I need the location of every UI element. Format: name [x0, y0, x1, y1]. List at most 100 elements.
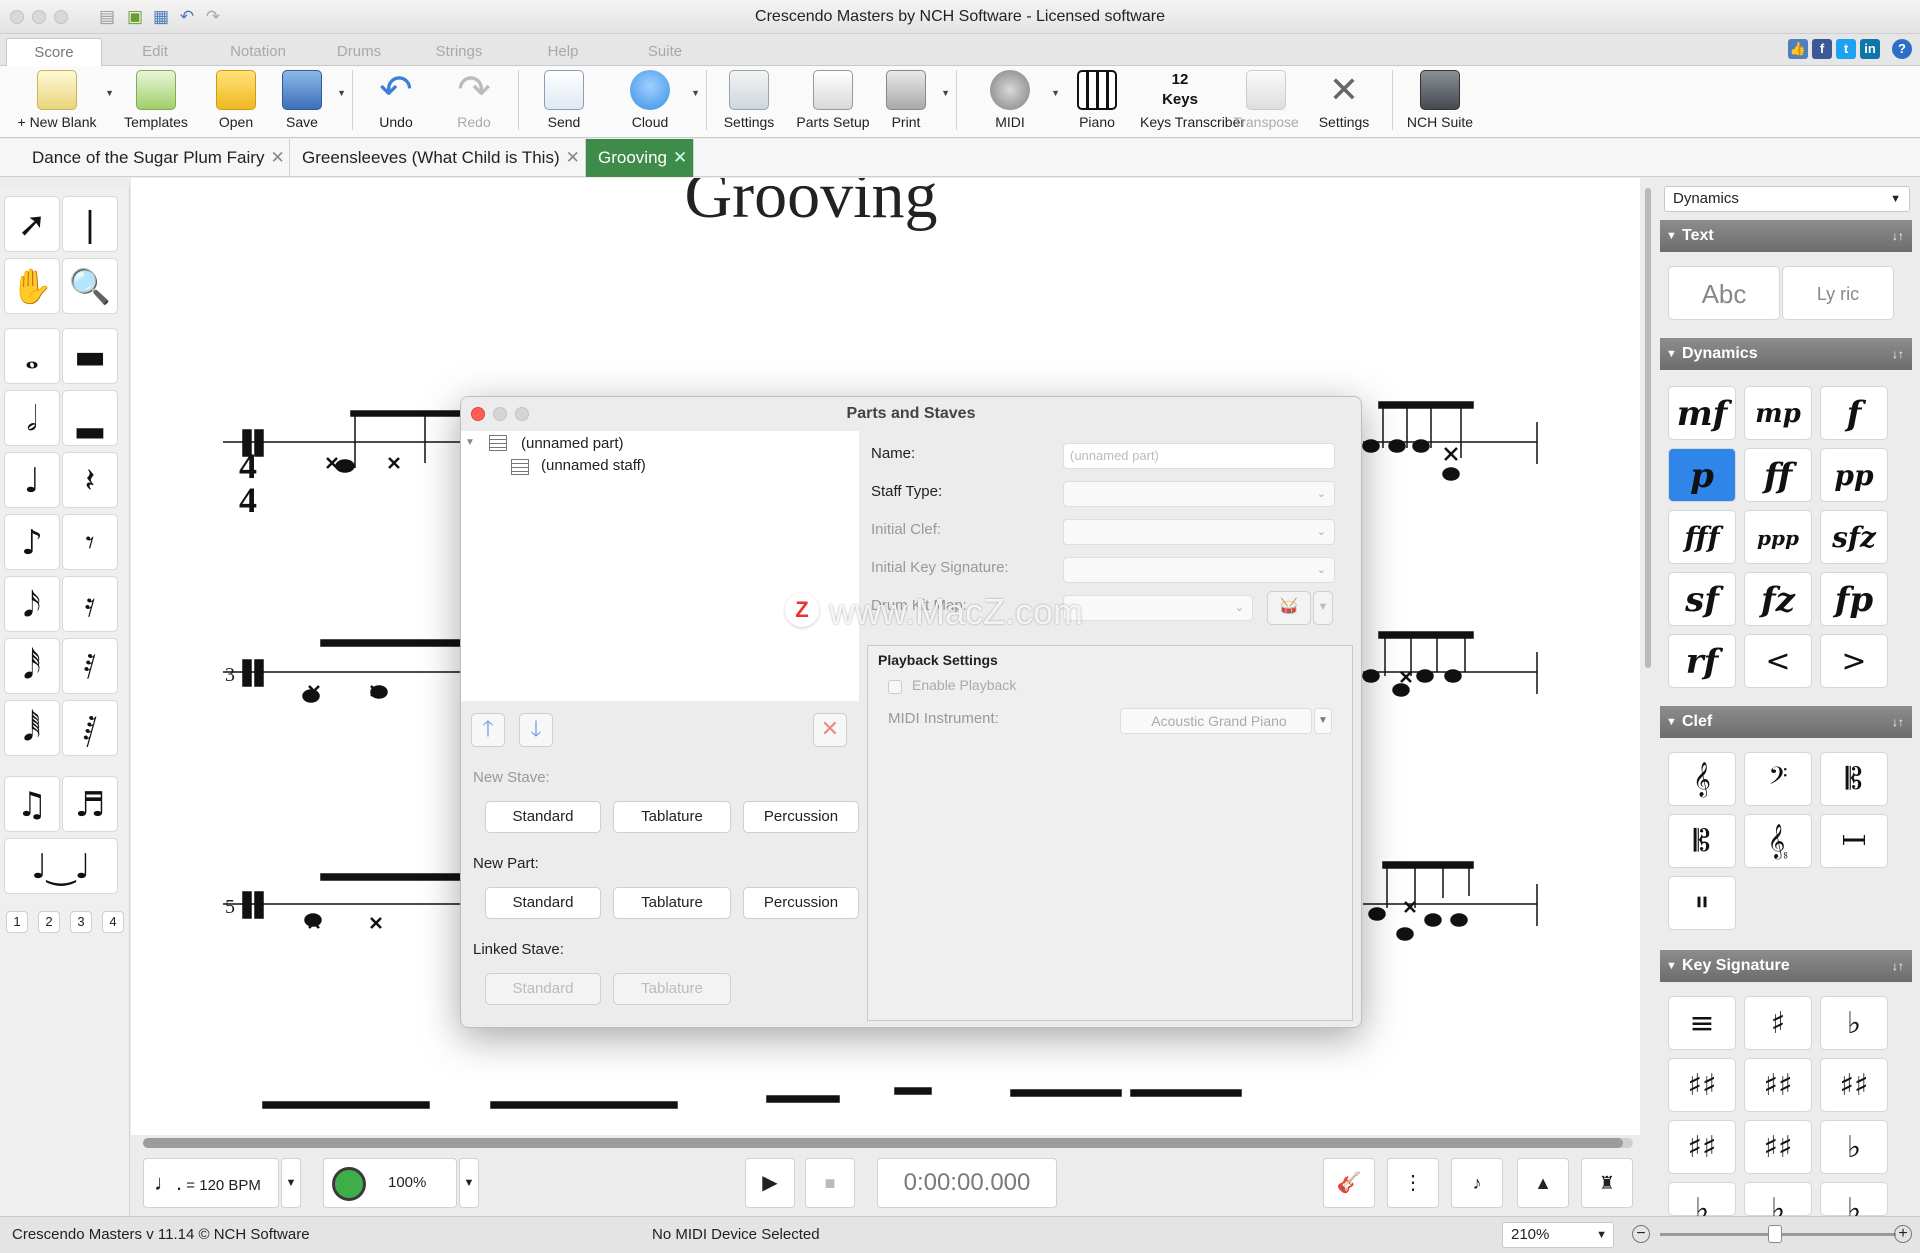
section-header-text[interactable]: ▼ Text ↓↑: [1660, 220, 1912, 252]
section-header-key-signature[interactable]: ▼ Key Signature ↓↑: [1660, 950, 1912, 982]
new-stave-tablature-button[interactable]: Tablature: [613, 801, 731, 833]
drum-kit-icon[interactable]: 🥁: [1267, 591, 1311, 625]
thirty-second-rest-icon[interactable]: 𝅀: [62, 638, 118, 694]
doc-tab[interactable]: Greensleeves (What Child is This) ✕: [290, 139, 586, 177]
new-part-standard-button[interactable]: Standard: [485, 887, 601, 919]
dynamic-sfz-button[interactable]: sfz: [1820, 510, 1888, 564]
delete-button[interactable]: ✕: [813, 713, 847, 747]
initial-key-select[interactable]: ⌄: [1063, 557, 1335, 583]
key-two-sharps-icon[interactable]: ♯♯: [1668, 1058, 1736, 1112]
key-three-sharps-icon[interactable]: ♯♯: [1744, 1058, 1812, 1112]
beamed-notes-icon[interactable]: ♬: [62, 776, 118, 832]
bass-clef-icon[interactable]: 𝄢: [1744, 752, 1812, 806]
transpose-button[interactable]: Transpose: [1230, 70, 1302, 136]
staff-type-select[interactable]: ⌄: [1063, 481, 1335, 507]
tab-edit[interactable]: Edit: [110, 38, 200, 66]
volume-control[interactable]: 100%: [323, 1158, 457, 1208]
tools-settings-button[interactable]: ✕ Settings: [1312, 70, 1376, 136]
templates-button[interactable]: Templates: [118, 70, 194, 136]
zoom-out-icon[interactable]: −: [1632, 1225, 1650, 1243]
parts-tree[interactable]: ▼ (unnamed part) (unnamed staff): [461, 431, 859, 701]
tenor-clef-icon[interactable]: 𝄡: [1668, 814, 1736, 868]
settings-button[interactable]: Settings: [718, 70, 780, 136]
dynamic-sf-button[interactable]: sf: [1668, 572, 1736, 626]
tempo-field[interactable]: ♩. = 120 BPM: [143, 1158, 279, 1208]
play-button[interactable]: ▶: [745, 1158, 795, 1208]
dialog-zoom-button[interactable]: [515, 407, 529, 421]
half-rest-icon[interactable]: ▂: [62, 390, 118, 446]
move-up-button[interactable]: 🡑: [471, 713, 505, 747]
key-two-flats-icon[interactable]: ♭: [1820, 1120, 1888, 1174]
dynamic-fff-button[interactable]: fff: [1668, 510, 1736, 564]
new-part-percussion-button[interactable]: Percussion: [743, 887, 859, 919]
key-flats-icon[interactable]: ♭: [1744, 1182, 1812, 1227]
close-tab-icon[interactable]: ✕: [673, 148, 687, 167]
lyric-tool-button[interactable]: Ly ric: [1782, 266, 1894, 320]
panel-category-select[interactable]: Dynamics ▼: [1664, 186, 1910, 212]
treble-8vb-clef-icon[interactable]: 𝄠: [1744, 814, 1812, 868]
barline-icon[interactable]: |: [62, 196, 118, 252]
close-tab-icon[interactable]: ✕: [566, 148, 580, 167]
redo-button[interactable]: ↷ Redo: [444, 70, 504, 136]
tab-drums[interactable]: Drums: [314, 38, 404, 66]
midi-instrument-dropdown[interactable]: ▼: [1314, 708, 1332, 734]
midi-button[interactable]: MIDI ▼: [974, 70, 1060, 136]
hand-pan-icon[interactable]: ✋: [4, 258, 60, 314]
print-button[interactable]: Print ▼: [876, 70, 950, 136]
whole-note-icon[interactable]: 𝅝: [4, 328, 60, 384]
undo-button[interactable]: ↶ Undo: [366, 70, 426, 136]
quarter-note-icon[interactable]: ♩: [4, 452, 60, 508]
volume-knob-icon[interactable]: [332, 1167, 366, 1201]
guitar-view-icon[interactable]: 🎸: [1323, 1158, 1375, 1208]
key-flats-icon[interactable]: ♭: [1668, 1182, 1736, 1227]
linked-stave-tablature-button[interactable]: Tablature: [613, 973, 731, 1005]
thumbs-up-icon[interactable]: 👍: [1788, 39, 1808, 59]
instrument-icon[interactable]: ♜: [1581, 1158, 1633, 1208]
nch-suite-button[interactable]: NCH Suite: [1402, 70, 1478, 136]
palette-page-3[interactable]: 3: [70, 911, 92, 933]
playback-sound-icon[interactable]: ♪: [1451, 1158, 1503, 1208]
close-tab-icon[interactable]: ✕: [270, 148, 284, 167]
doc-tab[interactable]: Dance of the Sugar Plum Fairy ✕: [20, 139, 290, 177]
stop-button[interactable]: ■: [805, 1158, 855, 1208]
new-stave-percussion-button[interactable]: Percussion: [743, 801, 859, 833]
key-four-sharps-icon[interactable]: ♯♯: [1820, 1058, 1888, 1112]
dynamic-pp-button[interactable]: pp: [1820, 448, 1888, 502]
doc-tab-active[interactable]: Grooving ✕: [586, 139, 694, 177]
dynamic-ppp-button[interactable]: ppp: [1744, 510, 1812, 564]
crescendo-hairpin-button[interactable]: <: [1744, 634, 1812, 688]
zoom-magnifier-icon[interactable]: 🔍: [62, 258, 118, 314]
tie-icon[interactable]: ♩‿♩: [4, 838, 118, 894]
treble-clef-icon[interactable]: 𝄞: [1668, 752, 1736, 806]
dynamic-fp-button[interactable]: fp: [1820, 572, 1888, 626]
sixty-fourth-rest-icon[interactable]: 𝅁: [62, 700, 118, 756]
tempo-dropdown[interactable]: ▼: [281, 1158, 301, 1208]
piano-button[interactable]: Piano: [1066, 70, 1128, 136]
dialog-minimize-button[interactable]: [493, 407, 507, 421]
score-scrollbar-right[interactable]: [1645, 188, 1651, 668]
section-header-clef[interactable]: ▼ Clef ↓↑: [1660, 706, 1912, 738]
palette-page-1[interactable]: 1: [6, 911, 28, 933]
drum-kit-select[interactable]: ⌄: [1063, 595, 1253, 621]
initial-clef-select[interactable]: ⌄: [1063, 519, 1335, 545]
name-input[interactable]: (unnamed part): [1063, 443, 1335, 469]
eighth-note-icon[interactable]: ♪: [4, 514, 60, 570]
open-button[interactable]: Open: [206, 70, 266, 136]
tab-score[interactable]: Score: [6, 38, 102, 66]
key-c-major-icon[interactable]: ≡: [1668, 996, 1736, 1050]
triplet-icon[interactable]: ♫: [4, 776, 60, 832]
tab-suite[interactable]: Suite: [620, 38, 710, 66]
save-button[interactable]: Save ▼: [272, 70, 346, 136]
zoom-in-icon[interactable]: +: [1894, 1225, 1912, 1243]
key-flats-icon[interactable]: ♭: [1820, 1182, 1888, 1227]
key-five-sharps-icon[interactable]: ♯♯: [1668, 1120, 1736, 1174]
twitter-icon[interactable]: t: [1836, 39, 1856, 59]
tab-clef-icon[interactable]: 𝄩: [1820, 814, 1888, 868]
send-button[interactable]: Send: [534, 70, 594, 136]
dynamic-rf-button[interactable]: rf: [1668, 634, 1736, 688]
sixty-fourth-note-icon[interactable]: 𝅘𝅥𝅱: [4, 700, 60, 756]
tab-help[interactable]: Help: [518, 38, 608, 66]
tab-notation[interactable]: Notation: [210, 38, 306, 66]
dynamic-mf-button[interactable]: mf: [1668, 386, 1736, 440]
zoom-select[interactable]: 210% ▼: [1502, 1222, 1614, 1248]
